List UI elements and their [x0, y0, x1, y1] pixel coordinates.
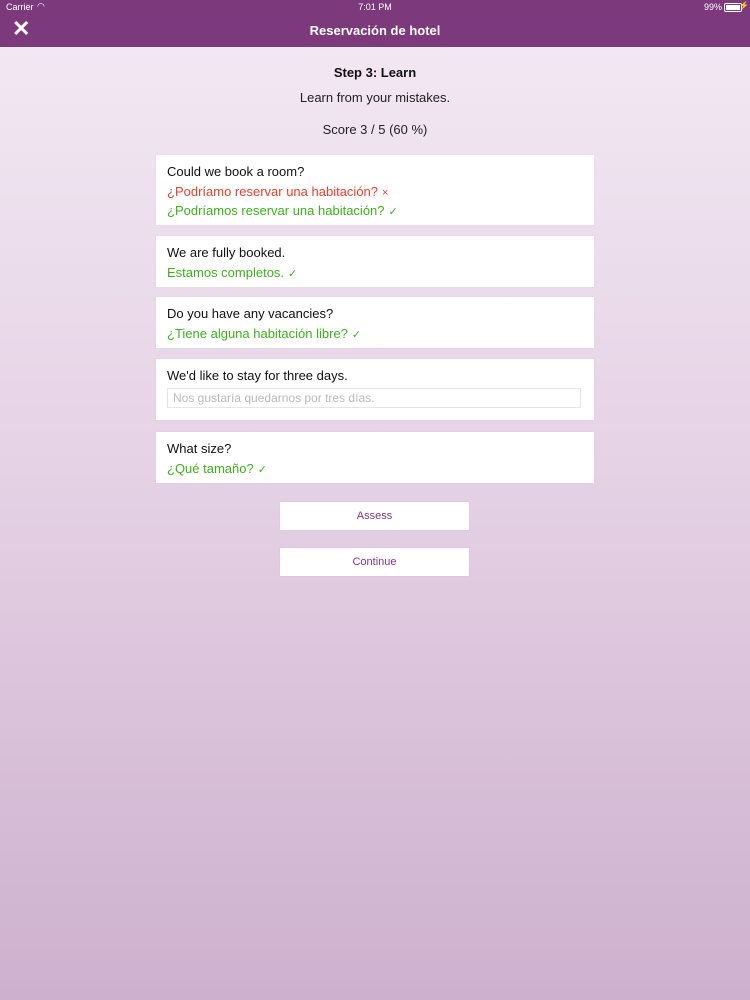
charging-icon: ⚡ [739, 1, 749, 10]
check-mark-icon: ✓ [388, 206, 398, 218]
clock: 7:01 PM [358, 2, 392, 12]
wrong-answer-text: ¿Podríamo reservar una habitación? [167, 184, 379, 199]
correct-answer-text: Estamos completos. [167, 265, 285, 280]
correct-answer-text: ¿Tiene alguna habitación libre? [167, 326, 348, 341]
check-mark-icon: ✓ [257, 464, 267, 476]
check-mark-icon: ✓ [351, 329, 362, 341]
continue-button[interactable]: Continue [280, 548, 469, 576]
exercise-card: Could we book a room? ¿Podríamo reservar… [156, 155, 594, 225]
question-text: Could we book a room? [167, 164, 305, 179]
exercise-card: We are fully booked. Estamos completos. ✓ [156, 236, 594, 287]
correct-answer: Estamos completos. ✓ [167, 265, 297, 280]
page-title: Reservación de hotel [309, 23, 441, 38]
score-label: Score 3 / 5 (60 %) [322, 122, 428, 137]
exercise-card: What size? ¿Qué tamaño? ✓ [156, 432, 594, 483]
battery-percent: 99% [703, 2, 722, 12]
question-text: We are fully booked. [167, 245, 286, 260]
assess-button[interactable]: Assess [280, 502, 469, 530]
exercise-card: Do you have any vacancies? ¿Tiene alguna… [156, 297, 594, 348]
question-text: Do you have any vacancies? [167, 306, 334, 321]
question-text: What size? [167, 441, 232, 456]
answer-input[interactable] [167, 388, 581, 408]
wrong-answer: ¿Podríamo reservar una habitación? × [167, 184, 388, 199]
correct-answer: ¿Qué tamaño? ✓ [167, 461, 267, 476]
correct-answer: ¿Podríamos reservar una habitación? ✓ [167, 203, 398, 218]
correct-answer-text: ¿Qué tamaño? [167, 461, 254, 476]
correct-answer: ¿Tiene alguna habitación libre? ✓ [167, 326, 361, 341]
question-text: We'd like to stay for three days. [167, 368, 348, 383]
step-title: Step 3: Learn [333, 65, 417, 80]
status-bar: Carrier ◠ 7:01 PM 99% ⚡ [0, 0, 750, 14]
exercise-card: We'd like to stay for three days. [156, 359, 594, 420]
correct-answer-text: ¿Podríamos reservar una habitación? [167, 203, 385, 218]
check-mark-icon: ✓ [288, 268, 298, 280]
nav-bar: Carrier ◠ 7:01 PM 99% ⚡ ✕ Reservación de… [0, 0, 750, 47]
wrong-mark-icon: × [382, 187, 389, 199]
step-subtitle: Learn from your mistakes. [299, 90, 451, 105]
